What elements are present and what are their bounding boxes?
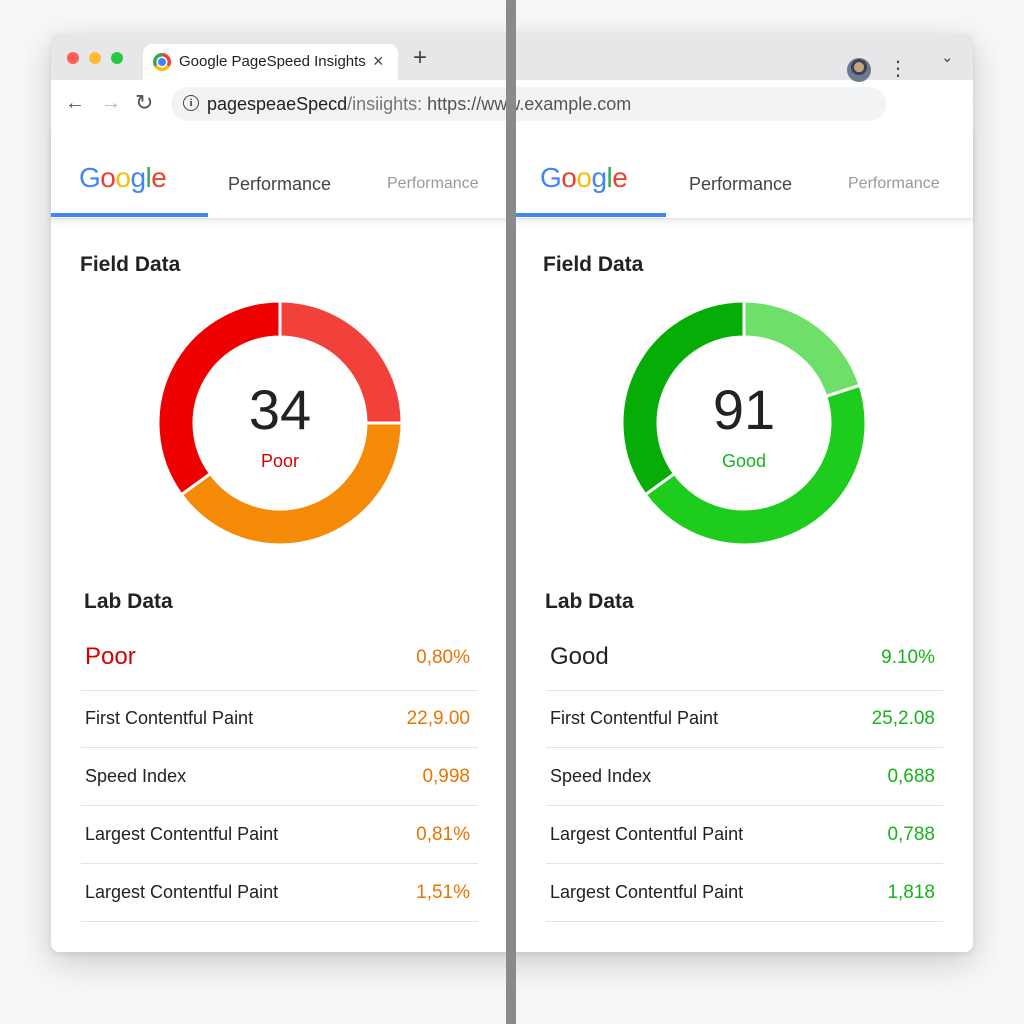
forward-arrow-icon[interactable]: → bbox=[101, 91, 121, 115]
metric-row: Speed Index 0,688 bbox=[546, 748, 943, 806]
url-host: pagespeaeSpecd bbox=[207, 94, 348, 114]
browser-tab[interactable]: Google PageSpeed Insights × bbox=[143, 44, 398, 80]
tab-performance[interactable]: Performance bbox=[228, 174, 331, 195]
score-rating: Poor bbox=[260, 451, 300, 471]
rating-label: Poor bbox=[85, 643, 136, 670]
pane-header: Google Performance Performance bbox=[51, 128, 508, 219]
metric-row: First Contentful Paint 22,9.00 bbox=[81, 690, 478, 748]
metric-value: 0,998 bbox=[422, 766, 470, 787]
rating-label: Good bbox=[550, 643, 609, 670]
metric-row: Largest Contentful Paint 1,51% bbox=[81, 864, 478, 922]
google-logo[interactable]: Google bbox=[540, 162, 628, 194]
site-info-icon[interactable]: i bbox=[183, 95, 199, 111]
metric-label: Largest Contentful Paint bbox=[550, 824, 744, 844]
metric-value: 0,688 bbox=[887, 766, 935, 787]
pane-header: Google Performance Performance bbox=[516, 128, 973, 219]
lab-data-title: Lab Data bbox=[545, 590, 634, 613]
maximize-window-button[interactable] bbox=[111, 52, 123, 64]
score-gauge: 34 Poor bbox=[155, 298, 405, 548]
active-tab-indicator bbox=[51, 213, 208, 217]
minimize-window-button[interactable] bbox=[89, 52, 101, 64]
metric-value: 1,51% bbox=[416, 882, 470, 903]
back-arrow-icon[interactable]: ← bbox=[65, 91, 85, 115]
metric-value: 0,788 bbox=[887, 824, 935, 845]
tab-performance[interactable]: Performance bbox=[689, 174, 792, 195]
metric-label: First Contentful Paint bbox=[85, 708, 254, 728]
tab-performance-secondary[interactable]: Performance bbox=[848, 175, 940, 193]
field-data-title: Field Data bbox=[543, 253, 644, 276]
rating-value: 0,80% bbox=[416, 647, 470, 668]
google-logo[interactable]: Google bbox=[79, 162, 167, 194]
metric-row: Largest Contentful Paint 1,818 bbox=[546, 864, 943, 922]
chrome-favicon-icon bbox=[153, 53, 171, 71]
rating-row: Good 9.10% bbox=[546, 628, 943, 691]
tab-close-icon[interactable]: × bbox=[373, 51, 384, 72]
score-rating: Good bbox=[721, 451, 767, 471]
metric-value: 25,2.08 bbox=[871, 708, 935, 729]
tab-title: Google PageSpeed Insights bbox=[179, 53, 366, 70]
reload-icon[interactable]: ↻ bbox=[135, 91, 153, 115]
performance-score: 34 bbox=[248, 378, 312, 441]
browser-menu-icon[interactable]: ⋮ bbox=[888, 56, 908, 82]
close-window-button[interactable] bbox=[67, 52, 79, 64]
right-pagespeed-pane: Google Performance Performance Field Dat… bbox=[516, 128, 973, 952]
left-pagespeed-pane: Google Performance Performance Field Dat… bbox=[51, 128, 508, 952]
metric-row: Largest Contentful Paint 0,81% bbox=[81, 806, 478, 864]
tab-search-chevron-icon[interactable]: ⌄ bbox=[941, 48, 954, 66]
address-bar[interactable]: i pagespeaeSpecd/insiights: https://www.… bbox=[171, 87, 973, 121]
rating-row: Poor 0,80% bbox=[81, 628, 478, 691]
metric-label: Speed Index bbox=[550, 766, 652, 786]
metric-label: Speed Index bbox=[85, 766, 187, 786]
profile-avatar[interactable] bbox=[847, 58, 871, 82]
score-gauge: 91 Good bbox=[619, 298, 869, 548]
field-data-title: Field Data bbox=[80, 253, 181, 276]
metric-value: 22,9.00 bbox=[406, 708, 470, 729]
tab-performance-secondary[interactable]: Performance bbox=[387, 175, 479, 193]
metric-value: 0,81% bbox=[416, 824, 470, 845]
metric-label: Largest Contentful Paint bbox=[550, 882, 744, 902]
url-full: https://www.example.com bbox=[427, 94, 632, 114]
active-tab-indicator bbox=[516, 213, 666, 217]
metric-label: Largest Contentful Paint bbox=[85, 824, 279, 844]
metric-value: 1,818 bbox=[887, 882, 935, 903]
rating-value: 9.10% bbox=[881, 647, 935, 668]
url-text: pagespeaeSpecd/insiights: https://www.ex… bbox=[207, 94, 631, 115]
url-path: /insiights: bbox=[347, 94, 428, 114]
metric-row: Speed Index 0,998 bbox=[81, 748, 478, 806]
performance-score: 91 bbox=[712, 378, 776, 441]
new-tab-icon[interactable]: + bbox=[413, 46, 427, 70]
bookmark-star-icon[interactable]: ☆ bbox=[971, 93, 973, 118]
metric-row: First Contentful Paint 25,2.08 bbox=[546, 690, 943, 748]
metric-row: Largest Contentful Paint 0,788 bbox=[546, 806, 943, 864]
split-divider[interactable] bbox=[506, 0, 516, 1024]
metric-label: Largest Contentful Paint bbox=[85, 882, 279, 902]
metric-label: First Contentful Paint bbox=[550, 708, 719, 728]
lab-data-title: Lab Data bbox=[84, 590, 173, 613]
